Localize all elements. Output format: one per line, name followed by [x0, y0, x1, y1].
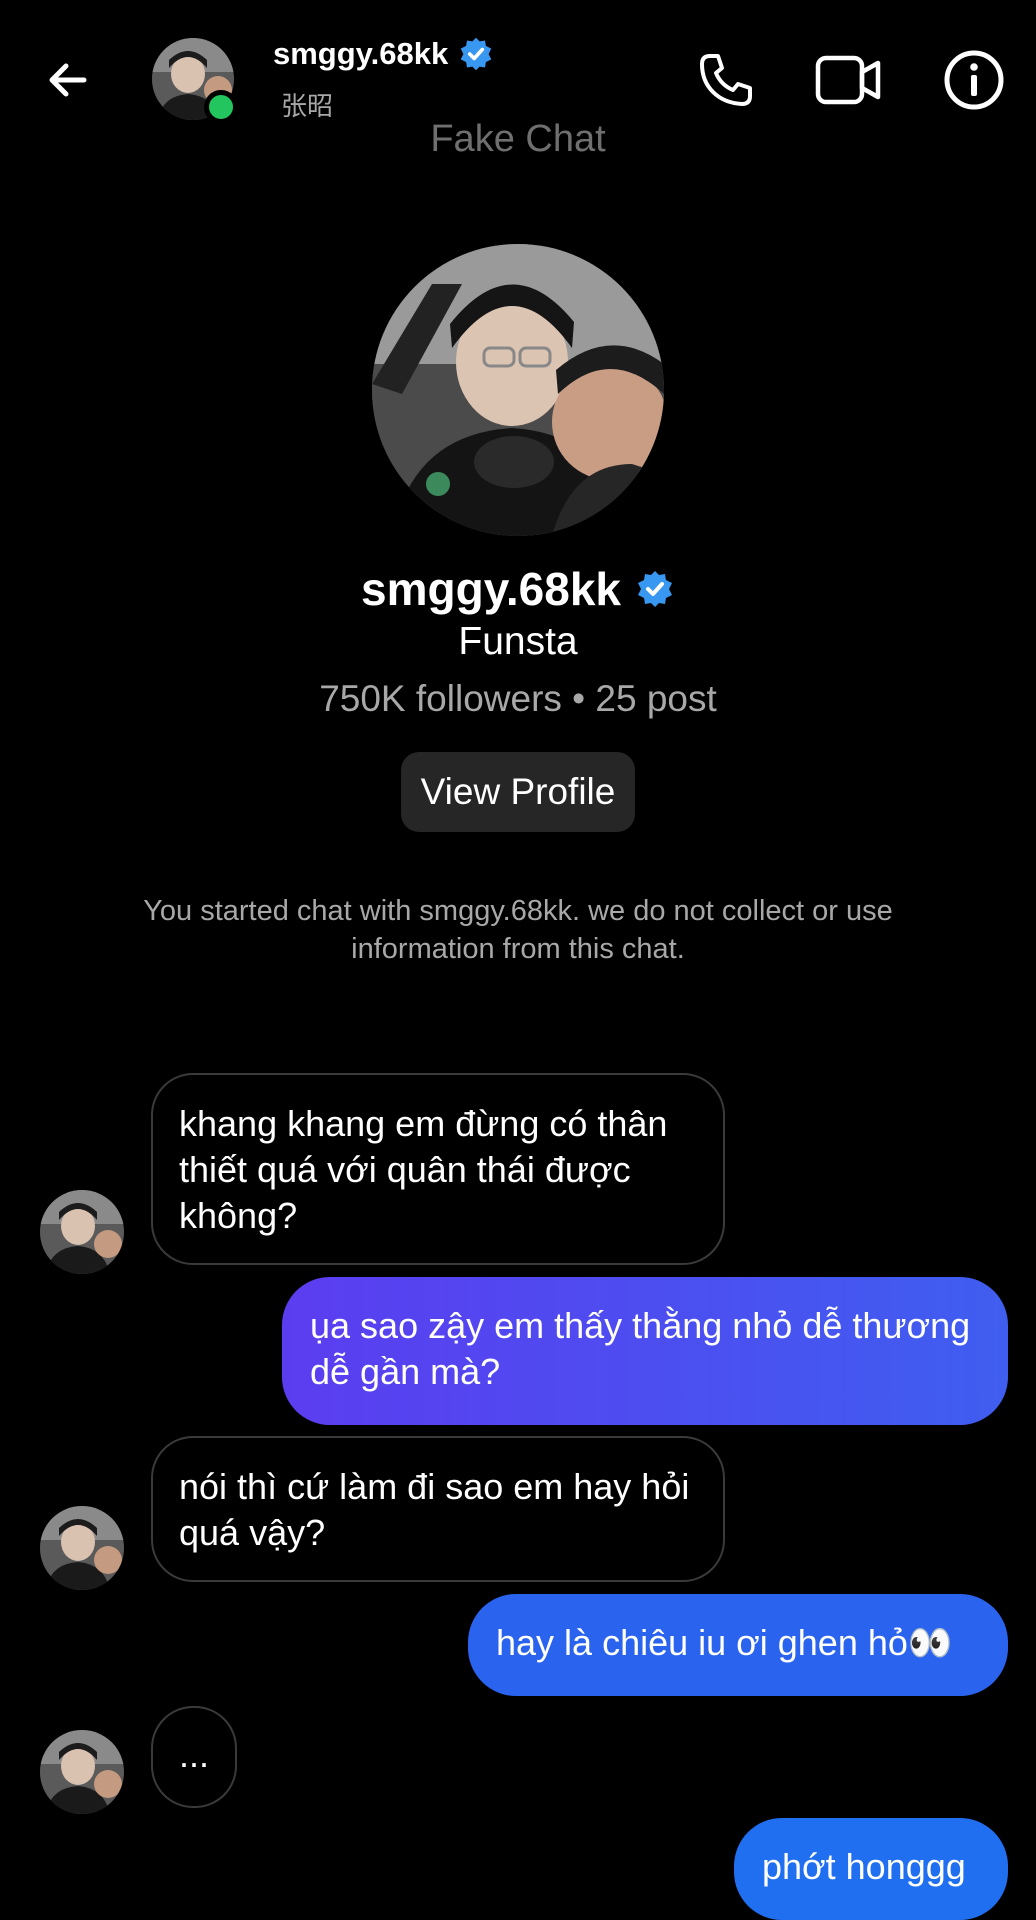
verified-badge-icon	[460, 37, 492, 71]
info-circle-icon	[944, 50, 1004, 110]
back-button[interactable]	[40, 52, 96, 108]
fake-chat-label: Fake Chat	[430, 118, 606, 160]
sender-photo	[40, 1190, 124, 1274]
profile-username: smggy.68kk	[0, 562, 1036, 616]
message-text: nói thì cứ làm đi sao em hay hỏi quá vậy…	[179, 1466, 690, 1553]
sender-photo	[40, 1506, 124, 1590]
arrow-left-icon	[49, 63, 87, 97]
sender-photo	[40, 1730, 124, 1814]
sender-avatar[interactable]	[40, 1730, 124, 1814]
message-text: khang khang em đừng có thân thiết quá vớ…	[179, 1103, 668, 1236]
phone-icon	[700, 54, 752, 106]
header-username[interactable]: smggy.68kk	[273, 36, 494, 72]
message-incoming[interactable]: nói thì cứ làm đi sao em hay hỏi quá vậy…	[151, 1436, 725, 1582]
message-incoming[interactable]: ...	[151, 1706, 237, 1808]
sender-avatar[interactable]	[40, 1506, 124, 1590]
profile-tagline: Funsta	[458, 620, 578, 663]
profile-avatar[interactable]	[372, 244, 664, 536]
video-call-button[interactable]	[812, 46, 884, 114]
message-text: phớt honggg	[762, 1846, 966, 1887]
verified-badge-icon	[637, 571, 672, 607]
message-outgoing[interactable]: hay là chiêu iu ơi ghen hỏ👀	[468, 1594, 1008, 1696]
message-text: ụa sao zậy em thấy thằng nhỏ dễ thương d…	[310, 1305, 971, 1392]
profile-username-text: smggy.68kk	[361, 563, 621, 615]
call-button[interactable]	[690, 46, 762, 114]
sender-avatar[interactable]	[40, 1190, 124, 1274]
profile-photo	[372, 244, 664, 536]
message-outgoing[interactable]: phớt honggg	[734, 1818, 1008, 1920]
chat-notice: You started chat with smggy.68kk. we do …	[143, 895, 893, 965]
chat-header: smggy.68kk 张昭 Fake Chat	[0, 0, 1036, 160]
video-camera-icon	[815, 55, 881, 105]
view-profile-button[interactable]: View Profile	[401, 752, 635, 832]
message-outgoing[interactable]: ụa sao zậy em thấy thằng nhỏ dễ thương d…	[282, 1277, 1008, 1425]
message-text: hay là chiêu iu ơi ghen hỏ👀	[496, 1622, 953, 1663]
message-incoming[interactable]: khang khang em đừng có thân thiết quá vớ…	[151, 1073, 725, 1265]
header-username-text: smggy.68kk	[273, 36, 449, 71]
chat-screen: smggy.68kk 张昭 Fake Chat smggy.68kk Funst…	[0, 0, 1036, 1920]
message-text: ...	[178, 1734, 209, 1775]
info-button[interactable]	[938, 46, 1010, 114]
profile-stats: 750K followers • 25 post	[319, 678, 717, 719]
